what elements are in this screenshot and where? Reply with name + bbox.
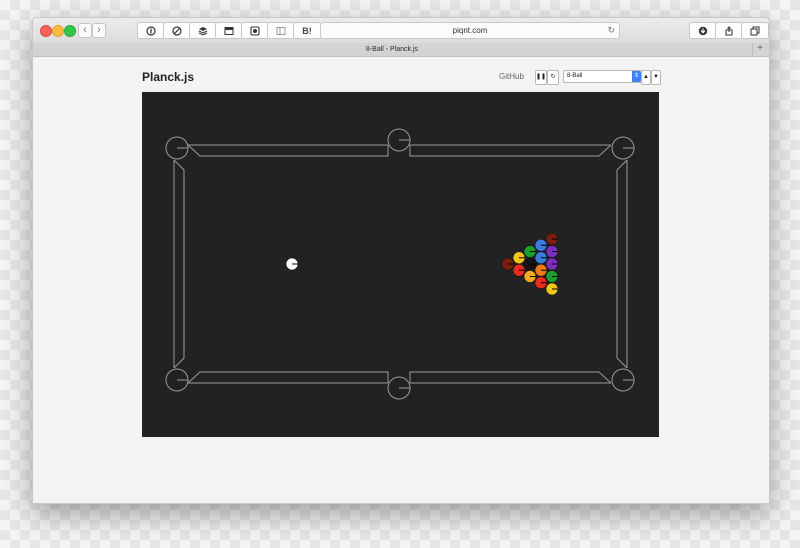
rail-bottom-right	[409, 371, 612, 384]
password-manager-button[interactable]	[137, 22, 165, 39]
restart-icon: ↻	[550, 74, 556, 80]
balls	[285, 232, 559, 296]
rack-ball	[523, 270, 537, 283]
rack-ball	[512, 251, 526, 265]
pocket-top-right	[611, 136, 635, 160]
reader-extension-button[interactable]	[215, 22, 243, 39]
rack-ball	[545, 270, 559, 283]
layers-icon	[198, 26, 208, 36]
layers-extension-button[interactable]	[189, 22, 217, 39]
tab-active[interactable]: 8-Ball - Planck.js	[33, 43, 751, 56]
sidebar-icon	[276, 26, 286, 35]
pocket-bottom-right	[611, 368, 635, 392]
downloads-button[interactable]	[689, 22, 717, 39]
address-bar[interactable]: piqnt.com ↻	[320, 22, 620, 39]
pool-table	[165, 128, 635, 400]
content-blocker-button[interactable]	[163, 22, 191, 39]
rack-ball	[545, 257, 559, 271]
download-icon	[698, 26, 708, 35]
pocket-bottom-middle	[387, 376, 411, 400]
pockets	[165, 128, 635, 400]
rack-ball	[523, 245, 537, 258]
pocket-top-left	[165, 136, 189, 160]
pause-icon: ❚❚	[536, 74, 547, 80]
bookmark-extension-button[interactable]: B!	[293, 22, 321, 39]
reload-icon[interactable]: ↻	[607, 23, 615, 38]
rack-ball	[545, 232, 559, 246]
page-title: Planck.js	[142, 70, 195, 84]
url-text: piqnt.com	[452, 26, 488, 35]
rail-left	[173, 159, 185, 369]
table-rails	[173, 144, 628, 384]
rack-ball	[534, 251, 548, 265]
rack-ball	[523, 257, 537, 271]
share-icon	[725, 25, 733, 35]
game-canvas[interactable]	[142, 92, 659, 437]
cue-ball	[285, 257, 299, 271]
next-example-button[interactable]: ▼	[651, 70, 661, 85]
rack-ball	[534, 263, 548, 277]
forward-button[interactable]: ›	[92, 23, 106, 38]
rack-ball	[534, 276, 548, 290]
select-arrow-icon: ⇕	[632, 71, 641, 82]
forward-icon: ›	[97, 24, 101, 36]
rail-bottom-left	[187, 371, 389, 384]
rack-ball	[534, 238, 548, 252]
rail-top-right	[409, 144, 612, 157]
chevron-down-icon: ▼	[653, 74, 659, 80]
rail-right	[616, 159, 628, 369]
previous-example-button[interactable]: ▲	[641, 70, 651, 85]
github-link[interactable]: GitHub	[499, 72, 524, 81]
back-icon: ‹	[83, 24, 87, 36]
chevron-up-icon: ▲	[643, 74, 649, 80]
new-tab-button[interactable]: +	[752, 43, 767, 56]
block-icon	[172, 25, 182, 36]
rail-top-left	[187, 144, 389, 157]
restart-button[interactable]: ↻	[547, 70, 559, 85]
rack-ball	[545, 245, 559, 258]
tabs-icon	[750, 26, 760, 35]
maximize-window-button[interactable]	[64, 25, 76, 37]
browser-toolbar: ‹ › B! piqnt.com ↻	[33, 18, 769, 44]
sidebar-button[interactable]	[267, 22, 295, 39]
tab-bar: 8-Ball - Planck.js +	[33, 43, 769, 57]
example-select-value: 8-Ball	[567, 73, 583, 79]
rack-ball	[501, 257, 515, 271]
bookmark-icon: B!	[302, 25, 312, 36]
back-button[interactable]: ‹	[78, 23, 92, 38]
page-content: Planck.js GitHub ❚❚ ↻ 8-Ball ⇕ ▲ ▼	[33, 57, 769, 503]
example-select[interactable]: 8-Ball ⇕	[563, 70, 642, 83]
pocket-top-middle	[387, 128, 411, 152]
screenshot-extension-button[interactable]	[241, 22, 269, 39]
rack-ball	[545, 282, 559, 296]
browser-window: ‹ › B! piqnt.com ↻ 8-Ball - Planck.js + …	[32, 17, 770, 504]
show-tabs-button[interactable]	[741, 22, 769, 39]
reader-icon	[224, 26, 234, 35]
1password-icon	[146, 25, 156, 36]
screenshot-icon	[250, 25, 260, 36]
close-window-button[interactable]	[40, 25, 52, 37]
pocket-bottom-left	[165, 368, 189, 392]
share-button[interactable]	[715, 22, 743, 39]
pause-button[interactable]: ❚❚	[535, 70, 547, 85]
rack-ball	[512, 263, 526, 277]
minimize-window-button[interactable]	[52, 25, 64, 37]
plus-icon: +	[757, 43, 763, 54]
